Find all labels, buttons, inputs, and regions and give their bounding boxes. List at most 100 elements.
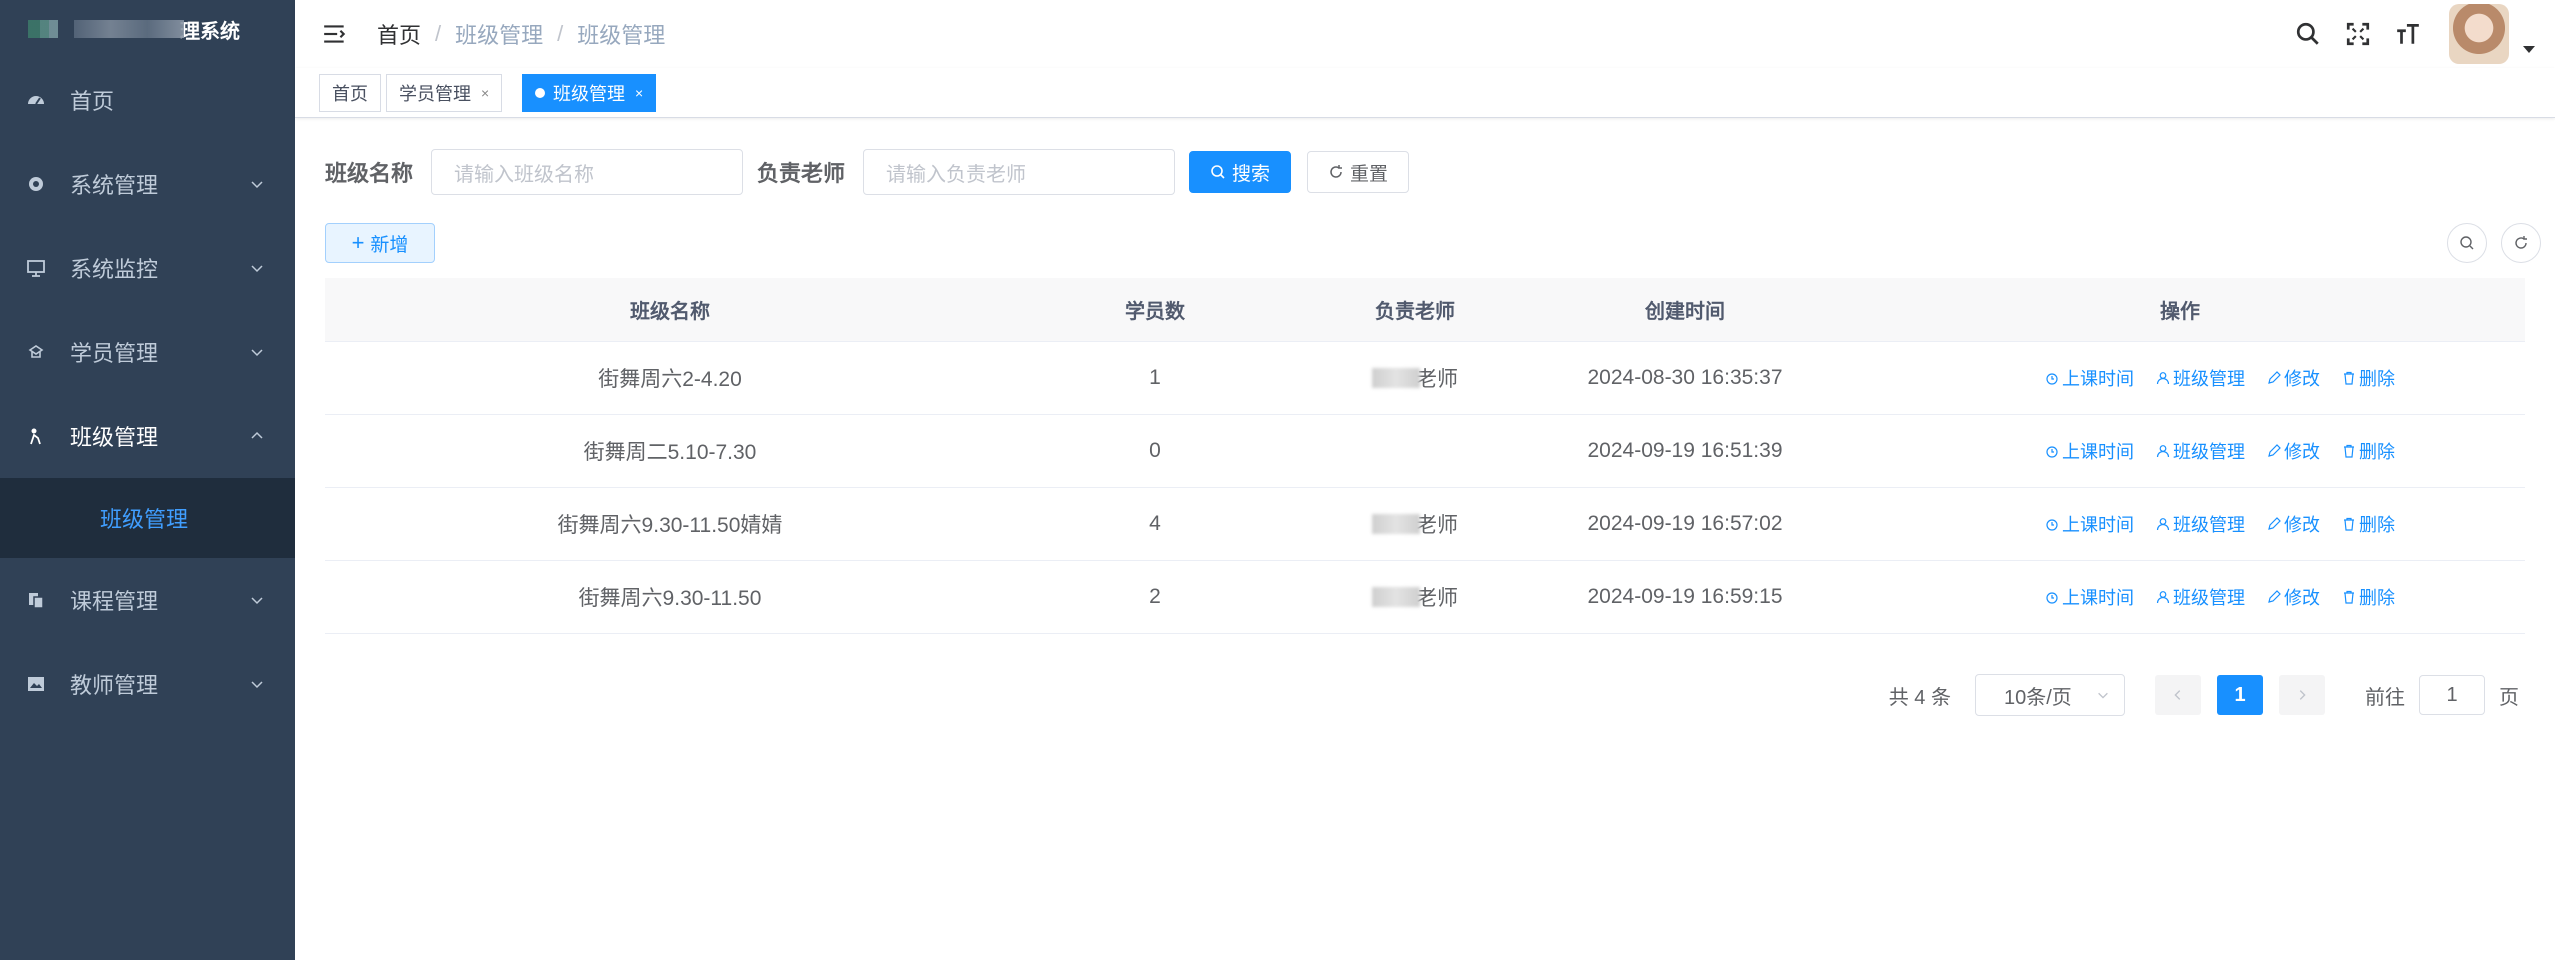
teacher-suffix: 老师: [1416, 514, 1458, 537]
user-icon: [2156, 372, 2170, 385]
cell-student-count: 1: [1149, 366, 1161, 389]
chevron-up-icon: [251, 431, 263, 439]
tag-class-management[interactable]: 班级管理 ×: [522, 74, 657, 112]
sidebar-item-label: 学员管理: [70, 341, 159, 366]
cell-teacher: 老师: [1295, 561, 1535, 633]
tag-label: 班级管理: [553, 84, 625, 104]
trash-icon: [2344, 517, 2354, 531]
search-icon[interactable]: [2293, 19, 2323, 49]
fullscreen-icon[interactable]: [2343, 19, 2373, 49]
breadcrumb-item: 班级管理: [455, 23, 544, 48]
refresh-button[interactable]: [2501, 223, 2541, 263]
goto-page-input[interactable]: 1: [2419, 675, 2485, 715]
student-icon: [26, 342, 46, 362]
delete-link[interactable]: 删除: [2342, 511, 2395, 537]
hamburger-icon[interactable]: [319, 18, 351, 50]
trash-icon: [2344, 590, 2354, 604]
sidebar-item-label: 系统管理: [70, 173, 159, 198]
reset-button[interactable]: 重置: [1307, 151, 1410, 193]
redacted-name: [1372, 368, 1420, 388]
delete-link[interactable]: 删除: [2342, 365, 2395, 391]
page-size-value: 10条/页: [2004, 686, 2072, 709]
navbar: 首页 / 班级管理 / 班级管理: [295, 0, 2555, 68]
search-button[interactable]: 搜索: [1189, 151, 1292, 193]
delete-link-label: 删除: [2359, 369, 2395, 389]
schedule-link[interactable]: 上课时间: [2045, 511, 2134, 537]
manage-link[interactable]: 班级管理: [2156, 438, 2245, 464]
cell-class-name: 街舞周六2-4.20: [598, 368, 742, 391]
sidebar-item-teachers[interactable]: 教师管理: [0, 642, 295, 726]
main-content: 班级名称 请输入班级名称 负责老师 请输入负责老师 搜索 重置 + 新增 班级名…: [295, 118, 2555, 960]
edit-link[interactable]: 修改: [2267, 584, 2320, 610]
submenu-item-class-management[interactable]: 班级管理: [0, 478, 295, 558]
sidebar-item-courses[interactable]: 课程管理: [0, 558, 295, 642]
manage-link[interactable]: 班级管理: [2156, 511, 2245, 537]
cell-created-time: 2024-09-19 16:57:02: [1587, 512, 1783, 535]
edit-link-label: 修改: [2284, 515, 2320, 535]
edit-link-label: 修改: [2284, 369, 2320, 389]
search-form: 班级名称 请输入班级名称 负责老师 请输入负责老师 搜索 重置: [325, 148, 1410, 196]
sidebar-item-classes[interactable]: 班级管理: [0, 394, 295, 478]
sidebar-item-home[interactable]: 首页: [0, 58, 295, 142]
class-name-input[interactable]: 请输入班级名称: [431, 149, 744, 195]
column-header: 操作: [2160, 301, 2200, 323]
prev-page-button[interactable]: [2155, 675, 2201, 715]
page-size-select[interactable]: 10条/页: [1975, 674, 2125, 716]
edit-link[interactable]: 修改: [2267, 511, 2320, 537]
schedule-link-label: 上课时间: [2062, 442, 2134, 462]
chevron-right-icon: [2299, 690, 2306, 700]
redacted-name: [1372, 514, 1420, 534]
delete-link-label: 删除: [2359, 588, 2395, 608]
cell-created-time: 2024-09-19 16:59:15: [1587, 585, 1783, 608]
alarm-clock-icon: [2046, 592, 2058, 604]
sidebar-item-label: 课程管理: [70, 589, 159, 614]
chevron-down-icon: [251, 597, 263, 605]
user-icon: [2156, 518, 2170, 531]
edit-link[interactable]: 修改: [2267, 438, 2320, 464]
chevron-left-icon: [2174, 690, 2181, 700]
manage-link-label: 班级管理: [2173, 369, 2245, 389]
delete-link[interactable]: 删除: [2342, 584, 2395, 610]
table-header: 班级名称 学员数 负责老师 创建时间 操作: [325, 278, 2525, 342]
sidebar-item-students[interactable]: 学员管理: [0, 310, 295, 394]
cell-teacher: 老师: [1295, 488, 1535, 560]
alarm-clock-icon: [2046, 373, 2058, 385]
manage-link[interactable]: 班级管理: [2156, 365, 2245, 391]
avatar[interactable]: [2449, 4, 2509, 64]
font-size-icon[interactable]: [2393, 19, 2423, 49]
tag-students[interactable]: 学员管理 ×: [386, 74, 503, 112]
column-header: 负责老师: [1375, 301, 1455, 323]
toggle-search-button[interactable]: [2447, 223, 2487, 263]
schedule-link-label: 上课时间: [2062, 588, 2134, 608]
breadcrumb-home[interactable]: 首页: [377, 18, 421, 50]
close-icon[interactable]: ×: [635, 85, 643, 101]
breadcrumb: 首页 / 班级管理 / 班级管理: [377, 18, 665, 50]
schedule-link[interactable]: 上课时间: [2045, 438, 2134, 464]
edit-icon: [2268, 517, 2281, 530]
gear-icon: [26, 174, 46, 194]
tag-home[interactable]: 首页: [319, 74, 381, 112]
sidebar-item-monitor[interactable]: 系统监控: [0, 226, 295, 310]
close-icon[interactable]: ×: [481, 85, 489, 101]
cell-created-time: 2024-09-19 16:51:39: [1587, 439, 1783, 462]
sidebar-item-label: 首页: [70, 89, 115, 114]
delete-link[interactable]: 删除: [2342, 438, 2395, 464]
caret-down-icon[interactable]: [2523, 45, 2535, 53]
sidebar-item-label: 系统监控: [70, 257, 159, 282]
sidebar-item-system[interactable]: 系统管理: [0, 142, 295, 226]
search-icon: [1211, 165, 1225, 179]
edit-icon: [2268, 444, 2281, 457]
teacher-input[interactable]: 请输入负责老师: [863, 149, 1176, 195]
schedule-link[interactable]: 上课时间: [2045, 584, 2134, 610]
add-button[interactable]: + 新增: [325, 223, 435, 263]
cell-actions: 上课时间 班级管理 修改 删除: [1835, 488, 2525, 560]
teacher-suffix: 老师: [1416, 587, 1458, 610]
edit-link[interactable]: 修改: [2267, 365, 2320, 391]
schedule-link[interactable]: 上课时间: [2045, 365, 2134, 391]
next-page-button[interactable]: [2279, 675, 2325, 715]
edit-link-label: 修改: [2284, 588, 2320, 608]
manage-link[interactable]: 班级管理: [2156, 584, 2245, 610]
logo-blurred-text: [74, 20, 184, 38]
page-number-current[interactable]: 1: [2217, 675, 2263, 715]
tag-label: 学员管理: [399, 84, 471, 104]
